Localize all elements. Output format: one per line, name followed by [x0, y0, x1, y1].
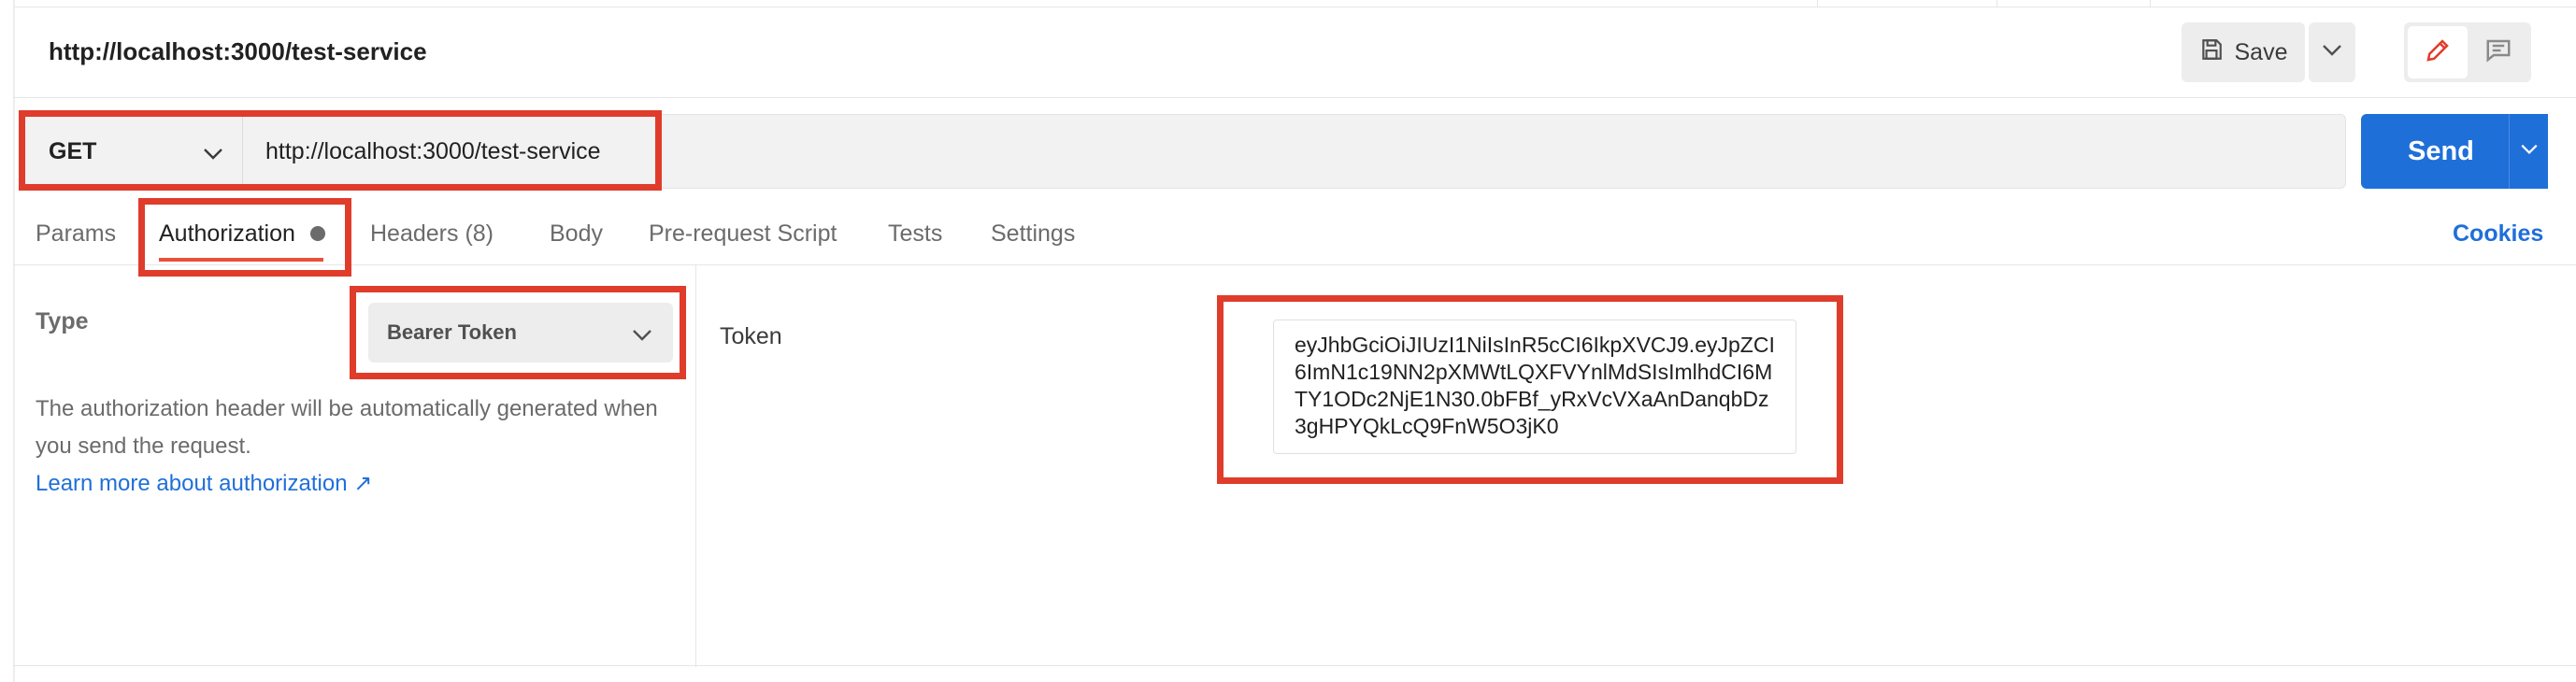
save-icon [2199, 37, 2224, 68]
comment-mode-button[interactable] [2469, 26, 2527, 78]
highlight-box-token [1217, 295, 1843, 484]
tab-body[interactable]: Body [550, 215, 603, 252]
tab-separator [1817, 0, 1818, 7]
header-divider [13, 97, 2576, 98]
tab-settings[interactable]: Settings [991, 215, 1075, 252]
learn-more-link[interactable]: Learn more about authorization ↗ [36, 465, 372, 503]
save-label: Save [2234, 38, 2288, 65]
highlight-box-url [19, 110, 662, 191]
edit-mode-button[interactable] [2408, 26, 2468, 78]
request-title[interactable]: http://localhost:3000/test-service [49, 36, 427, 67]
save-options-button[interactable] [2309, 22, 2355, 82]
comment-icon [2484, 36, 2512, 69]
highlight-box-authorization-tab [138, 198, 351, 277]
chevron-down-icon [2520, 143, 2539, 160]
bottom-divider [13, 665, 2576, 666]
token-label: Token [720, 323, 782, 349]
auth-type-label: Type [36, 308, 89, 334]
save-button[interactable]: Save [2182, 22, 2305, 82]
panel-divider [695, 265, 696, 667]
left-border [13, 0, 15, 682]
highlight-box-auth-type [350, 286, 686, 379]
view-mode-toggle [2404, 22, 2531, 82]
tab-tests[interactable]: Tests [888, 215, 942, 252]
chevron-down-icon [2322, 44, 2342, 62]
auth-description: The authorization header will be automat… [36, 396, 658, 459]
tab-pre-request-script[interactable]: Pre-request Script [649, 215, 837, 252]
tab-params[interactable]: Params [36, 215, 116, 252]
send-options-button[interactable] [2509, 114, 2548, 189]
tab-headers[interactable]: Headers (8) [370, 215, 494, 252]
tab-separator [2150, 0, 2151, 7]
cookies-link[interactable]: Cookies [2453, 215, 2543, 252]
top-tab-strip [13, 0, 2576, 7]
tab-separator [1996, 0, 1997, 7]
pencil-icon [2424, 36, 2452, 69]
tabs-divider [13, 264, 2576, 265]
